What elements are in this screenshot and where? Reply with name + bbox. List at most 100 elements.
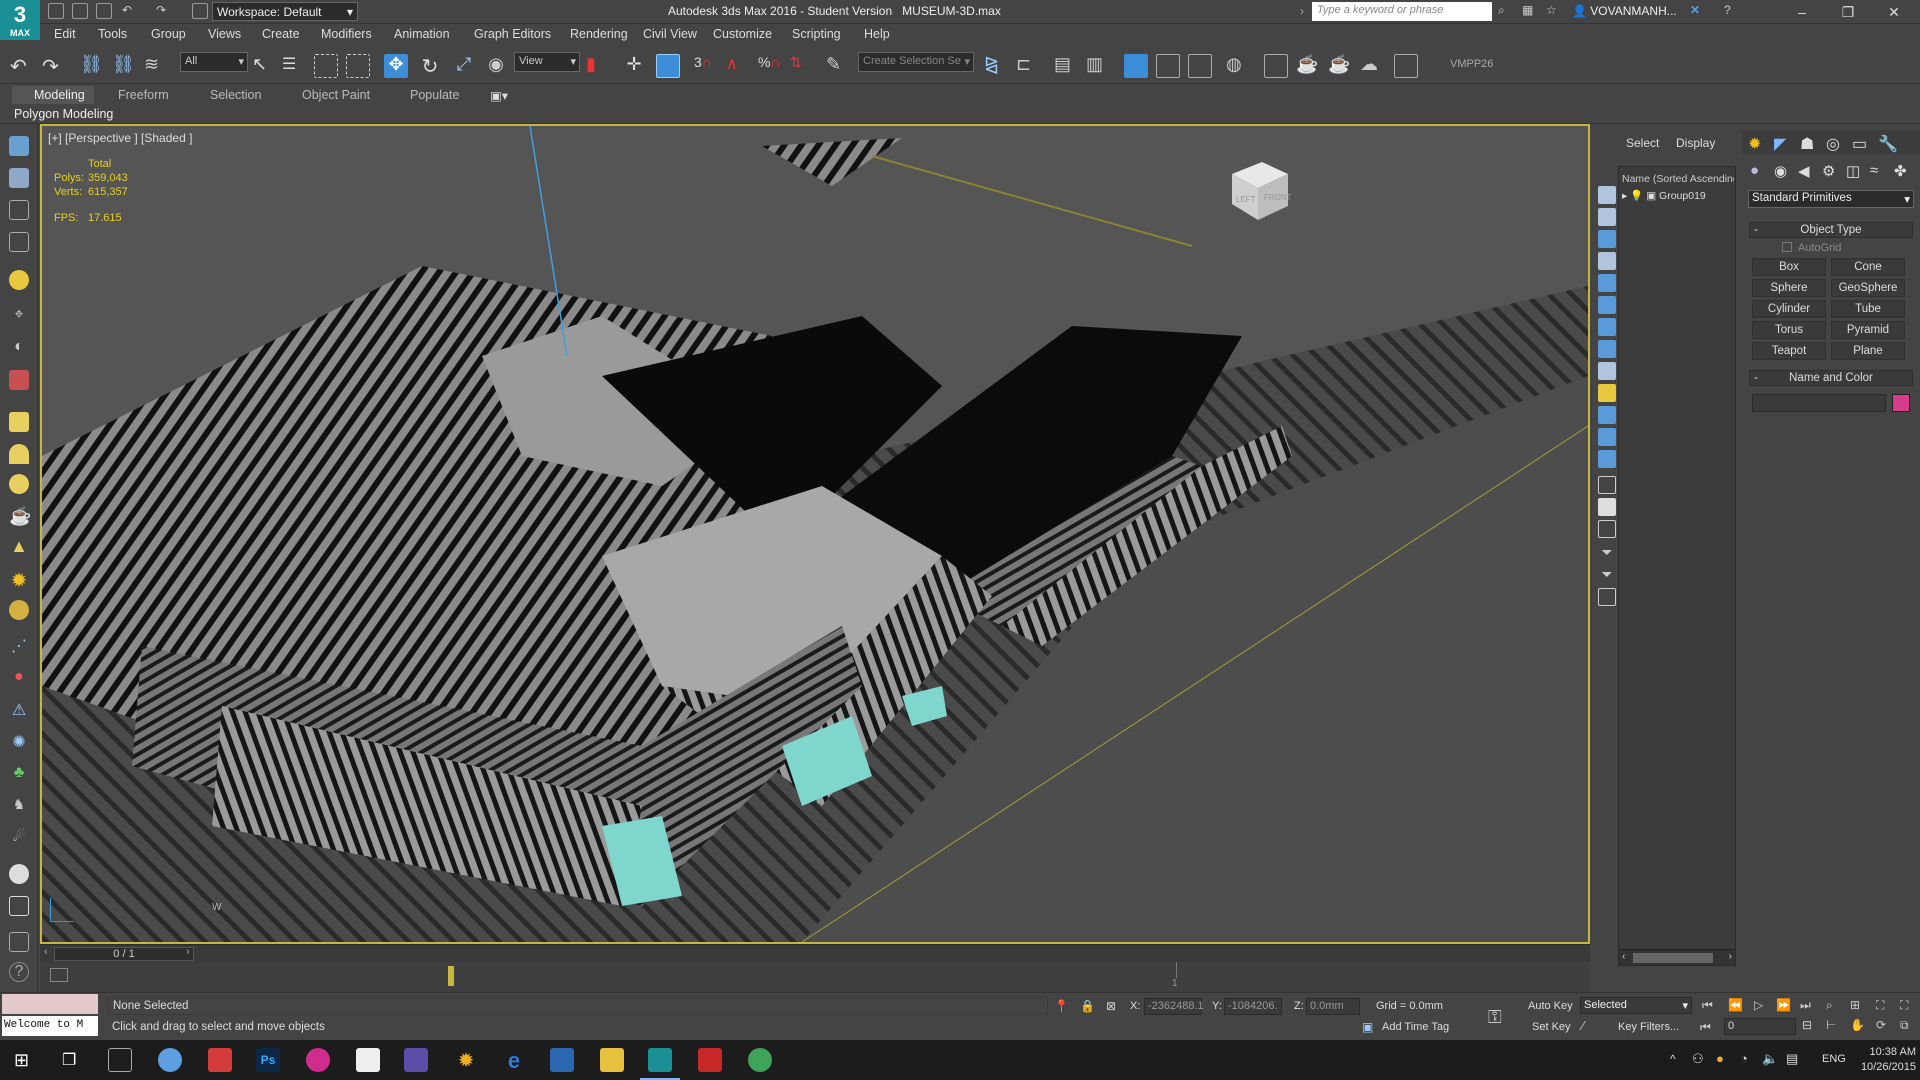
paint-icon[interactable]: ✹ bbox=[454, 1048, 478, 1072]
set-key-mode-icon[interactable]: ⚿ bbox=[1488, 1007, 1502, 1028]
sun-icon[interactable]: ✹ bbox=[9, 568, 29, 592]
volume-icon[interactable]: 🔈 bbox=[1762, 1051, 1778, 1067]
invert-display-icon[interactable] bbox=[1598, 498, 1616, 516]
menu-rendering[interactable]: Rendering bbox=[570, 27, 628, 41]
clock[interactable]: 10:38 AM 10/26/2015 bbox=[1850, 1045, 1916, 1075]
redo-icon[interactable]: ↷ bbox=[42, 54, 66, 78]
render-setup-icon[interactable] bbox=[1264, 54, 1288, 78]
tray-app-icon[interactable]: ● bbox=[1716, 1051, 1724, 1066]
primitives-dropdown[interactable]: Standard Primitives ▾ bbox=[1748, 190, 1914, 208]
helpers-category-icon[interactable]: ◫ bbox=[1846, 162, 1860, 180]
zoom-icon[interactable]: ⌕ bbox=[1826, 998, 1833, 1013]
select-move-icon[interactable]: ✥ bbox=[384, 54, 408, 78]
sphere-primitive-icon[interactable] bbox=[9, 474, 29, 494]
object-type-rollout[interactable]: - Object Type bbox=[1749, 222, 1913, 238]
sphere-button[interactable]: Sphere bbox=[1752, 279, 1826, 297]
help-icon[interactable]: ? bbox=[1724, 3, 1740, 19]
space-warp-icon[interactable]: ⚠ bbox=[9, 700, 29, 720]
default-in-out-tangent-icon[interactable]: ⁄ bbox=[1582, 1018, 1584, 1033]
3dsmax-taskbar-icon[interactable] bbox=[648, 1048, 672, 1072]
autogrid-checkbox[interactable]: AutoGrid bbox=[1782, 242, 1841, 254]
lights-category-icon[interactable]: ◀ bbox=[1798, 162, 1810, 180]
explorer-column-header[interactable]: Name (Sorted Ascending) bbox=[1622, 173, 1734, 185]
geometry-category-icon[interactable]: ● bbox=[1750, 162, 1759, 179]
display-none-icon[interactable] bbox=[1598, 476, 1616, 494]
box-primitive-icon[interactable] bbox=[9, 412, 29, 432]
display-all-icon[interactable] bbox=[1598, 450, 1616, 468]
exchange-icon[interactable]: ✕ bbox=[1690, 3, 1706, 19]
select-object-icon[interactable]: ↖ bbox=[252, 54, 276, 78]
help-icon[interactable]: ? bbox=[9, 962, 29, 982]
filter-icon[interactable]: ⏷ bbox=[1598, 544, 1616, 562]
isolate-selection-icon[interactable]: 📍 bbox=[1054, 999, 1069, 1013]
viewport-layout-icon[interactable] bbox=[9, 168, 29, 188]
display-cameras-icon[interactable] bbox=[1598, 252, 1616, 270]
selection-lock-icon[interactable]: 🔒 bbox=[1080, 999, 1095, 1013]
show-hidden-icons-icon[interactable]: ^ bbox=[1670, 1052, 1676, 1066]
render-in-cloud-icon[interactable]: ☁ bbox=[1360, 54, 1384, 78]
layers-icon[interactable] bbox=[9, 200, 29, 220]
close-button[interactable]: ✕ bbox=[1872, 1, 1916, 23]
layer-manager-icon[interactable]: ▤ bbox=[1054, 54, 1078, 78]
motion-panel-icon[interactable]: ◎ bbox=[1826, 134, 1840, 154]
edit-named-selection-icon[interactable]: ✎ bbox=[826, 54, 850, 78]
light-bulb-icon[interactable]: 💡 bbox=[1630, 190, 1643, 202]
helper-icon[interactable]: ◐ bbox=[9, 338, 29, 358]
link-icon[interactable]: ⛓ bbox=[80, 54, 104, 78]
track-bar[interactable]: 1 bbox=[40, 962, 1590, 992]
cone-button[interactable]: Cone bbox=[1831, 258, 1905, 276]
scroll-thumb[interactable] bbox=[1633, 953, 1713, 963]
a360-gallery-icon[interactable] bbox=[1394, 54, 1418, 78]
set-key-button[interactable]: Set Key bbox=[1532, 1021, 1571, 1033]
undo-icon[interactable]: ↶ bbox=[10, 54, 34, 78]
cylinder-primitive-icon[interactable] bbox=[9, 444, 29, 464]
torus-icon[interactable] bbox=[9, 600, 29, 620]
place-icon[interactable]: ◉ bbox=[484, 54, 508, 78]
display-hidden-icon[interactable] bbox=[1598, 428, 1616, 446]
utilities-panel-icon[interactable]: 🔧 bbox=[1878, 134, 1898, 154]
next-frame-icon[interactable]: ⏩ bbox=[1776, 998, 1791, 1012]
filter-options-icon[interactable]: ⏷ bbox=[1598, 566, 1616, 584]
restore-button[interactable]: ❐ bbox=[1826, 1, 1870, 23]
menu-graph-editors[interactable]: Graph Editors bbox=[474, 27, 551, 41]
grid-icon[interactable] bbox=[9, 232, 29, 252]
x-coord-field[interactable]: -2362488.1 bbox=[1144, 998, 1204, 1015]
spline-icon[interactable]: ⋰ bbox=[9, 636, 29, 656]
reference-coordinate-dropdown[interactable]: View ▾ bbox=[514, 52, 580, 72]
save-file-icon[interactable] bbox=[96, 3, 112, 19]
display-containers-icon[interactable] bbox=[1598, 384, 1616, 402]
curve-editor-icon[interactable] bbox=[1156, 54, 1180, 78]
y-coord-field[interactable]: -1084206. bbox=[1224, 998, 1282, 1015]
maxscript-output[interactable]: Welcome to M bbox=[2, 1016, 98, 1036]
rectangular-selection-icon[interactable] bbox=[314, 54, 338, 78]
key-filters-button[interactable]: Key Filters... bbox=[1618, 1021, 1679, 1033]
current-frame-field[interactable]: 0 bbox=[1724, 1018, 1796, 1035]
tab-object-paint[interactable]: Object Paint bbox=[302, 88, 370, 102]
binoculars-icon[interactable]: ⌕ bbox=[1498, 3, 1514, 19]
tab-populate[interactable]: Populate bbox=[410, 88, 459, 102]
render-production-icon[interactable]: ☕ bbox=[1328, 54, 1352, 78]
mirror-icon[interactable]: ⧎ bbox=[984, 54, 1008, 78]
display-space-warps-icon[interactable] bbox=[1598, 296, 1616, 314]
network-icon[interactable]: ⚇ bbox=[1692, 1051, 1704, 1067]
teapot-primitive-icon[interactable]: ☕ bbox=[9, 506, 31, 526]
time-prev-icon[interactable]: ‹ bbox=[44, 946, 48, 958]
time-marker[interactable] bbox=[448, 966, 454, 986]
pdf-reader-icon[interactable] bbox=[208, 1048, 232, 1072]
snap-3d-icon[interactable]: 3∩ bbox=[694, 54, 718, 78]
display-helpers-icon[interactable] bbox=[1598, 274, 1616, 292]
menu-create[interactable]: Create bbox=[262, 27, 300, 41]
go-to-end-icon[interactable]: ⏭ bbox=[1800, 998, 1811, 1013]
maxscript-listener-input[interactable] bbox=[2, 994, 98, 1014]
undo-icon[interactable]: ↶ bbox=[122, 3, 138, 19]
keyboard-shortcut-override-icon[interactable] bbox=[656, 54, 680, 78]
cameras-category-icon[interactable]: ⚙ bbox=[1822, 162, 1835, 180]
menu-scripting[interactable]: Scripting bbox=[792, 27, 841, 41]
rendered-frame-window-icon[interactable]: ☕ bbox=[1296, 54, 1320, 78]
key-mode-dropdown[interactable]: Selected ▾ bbox=[1580, 997, 1692, 1014]
subscription-icon[interactable]: ▦ bbox=[1522, 3, 1538, 19]
layer-filter-icon[interactable] bbox=[1598, 588, 1616, 606]
time-tag-icon[interactable]: ▣ bbox=[1362, 1020, 1373, 1034]
select-scale-icon[interactable]: ⤢ bbox=[452, 54, 476, 78]
music-app-icon[interactable] bbox=[306, 1048, 330, 1072]
